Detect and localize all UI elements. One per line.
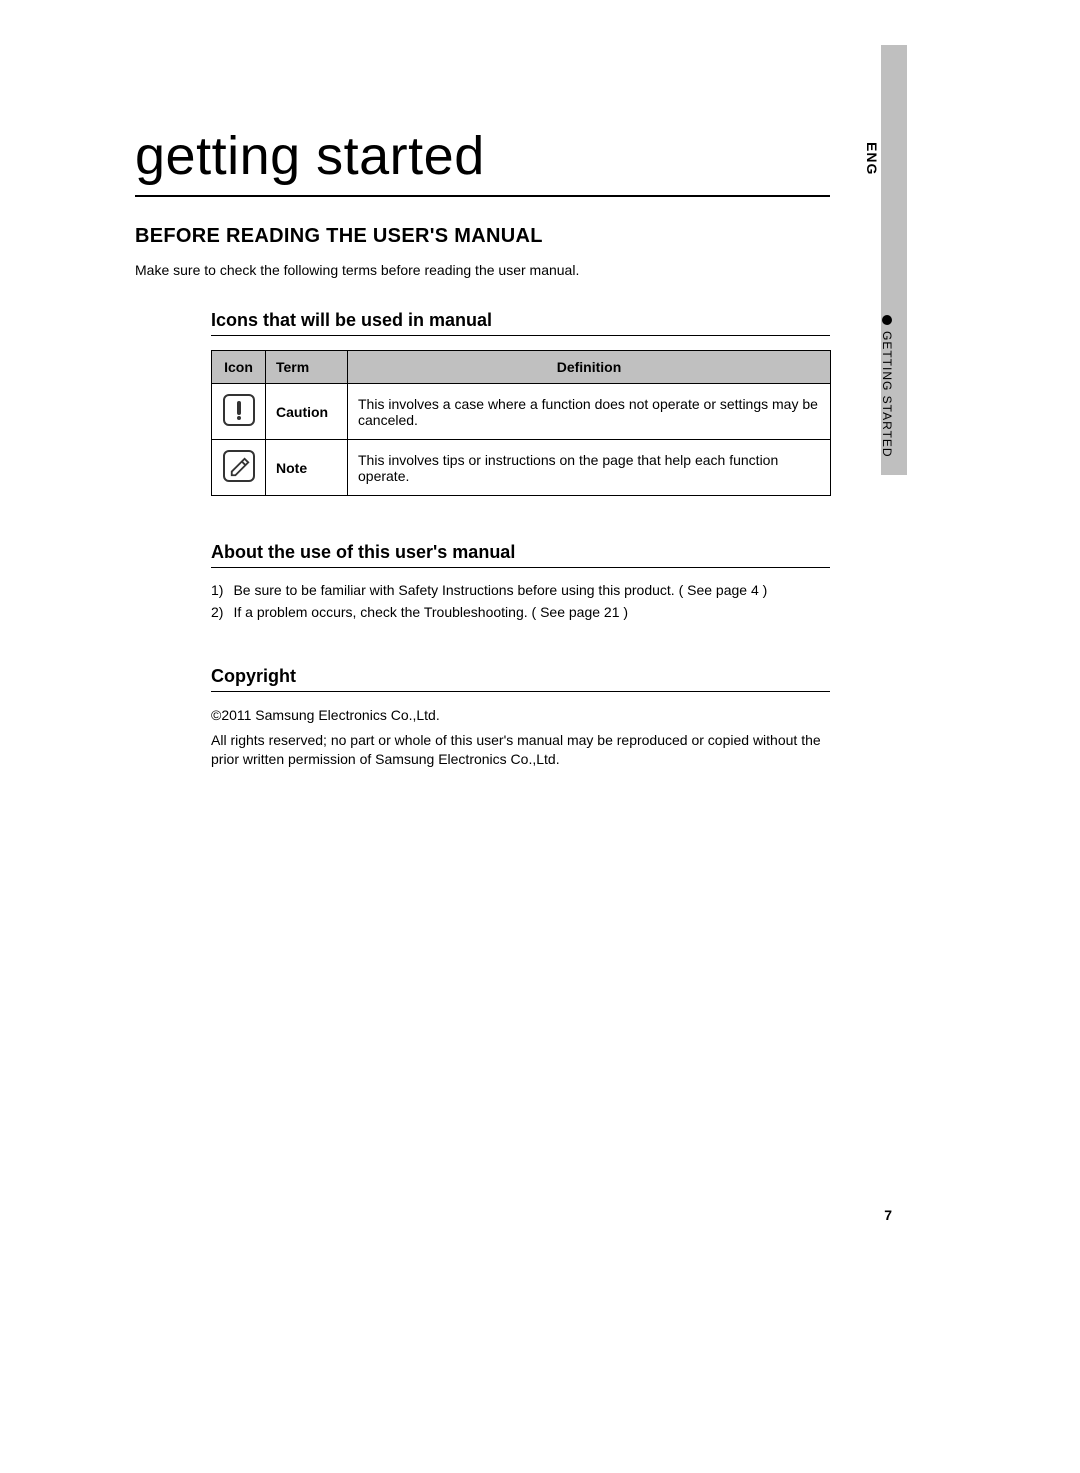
caution-icon	[223, 394, 255, 426]
heading-about: About the use of this user's manual	[211, 542, 830, 568]
section-label: GETTING STARTED	[880, 331, 894, 458]
table-row: Note This involves tips or instructions …	[212, 440, 831, 496]
bullet-icon	[882, 315, 892, 325]
term-cell: Note	[266, 440, 348, 496]
page-number: 7	[884, 1207, 892, 1223]
page-content: getting started BEFORE READING THE USER'…	[135, 125, 830, 775]
heading-icons: Icons that will be used in manual	[211, 310, 830, 336]
table-header-row: Icon Term Definition	[212, 351, 831, 384]
title-underline	[135, 195, 830, 197]
definition-cell: This involves tips or instructions on th…	[348, 440, 831, 496]
copyright-line: All rights reserved; no part or whole of…	[211, 731, 830, 769]
sidebar: ENG GETTING STARTED	[864, 142, 894, 462]
heading-copyright: Copyright	[211, 666, 830, 692]
copyright-block: ©2011 Samsung Electronics Co.,Ltd. All r…	[211, 706, 830, 769]
copyright-line: ©2011 Samsung Electronics Co.,Ltd.	[211, 706, 830, 725]
page-title: getting started	[135, 125, 830, 187]
th-term: Term	[266, 351, 348, 384]
about-list: Be sure to be familiar with Safety Instr…	[211, 582, 830, 620]
definition-cell: This involves a case where a function do…	[348, 384, 831, 440]
heading-before-reading: BEFORE READING THE USER'S MANUAL	[135, 225, 830, 248]
table-row: Caution This involves a case where a fun…	[212, 384, 831, 440]
list-item: Be sure to be familiar with Safety Instr…	[211, 582, 830, 598]
intro-text: Make sure to check the following terms b…	[135, 262, 830, 278]
term-cell: Caution	[266, 384, 348, 440]
language-label: ENG	[864, 142, 880, 175]
list-item: If a problem occurs, check the Troublesh…	[211, 604, 830, 620]
note-icon	[223, 450, 255, 482]
icons-table: Icon Term Definition Caution This involv…	[211, 350, 831, 496]
th-icon: Icon	[212, 351, 266, 384]
caution-icon-cell	[212, 384, 266, 440]
section-label-wrap: GETTING STARTED	[864, 315, 894, 458]
th-definition: Definition	[348, 351, 831, 384]
note-icon-cell	[212, 440, 266, 496]
